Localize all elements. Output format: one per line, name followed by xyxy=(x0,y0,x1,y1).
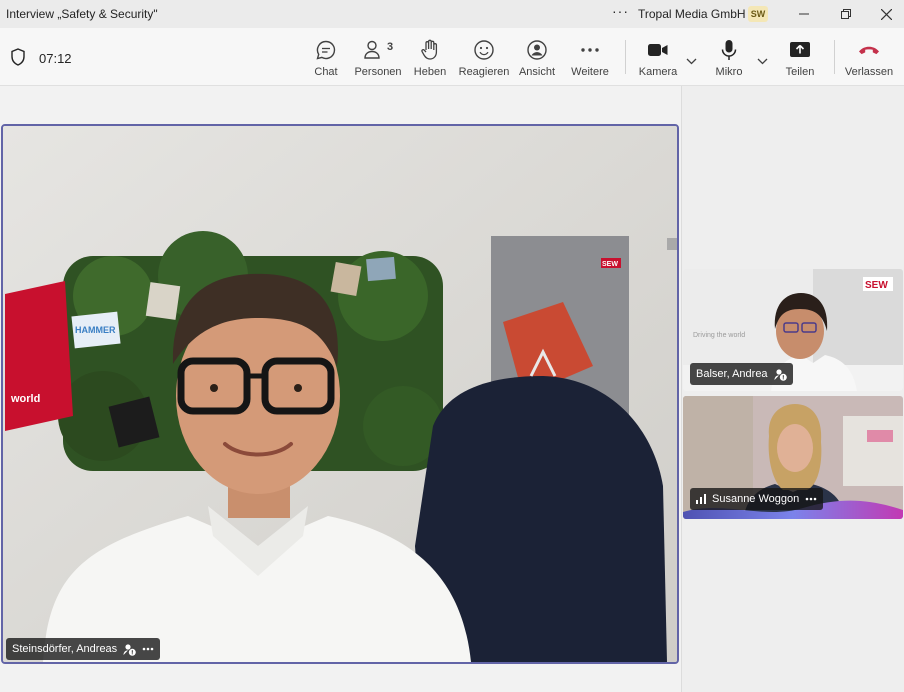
smiley-icon xyxy=(473,38,495,62)
user-avatar[interactable]: SW xyxy=(748,6,768,22)
people-button[interactable]: 3 Personen xyxy=(354,38,402,78)
close-icon xyxy=(880,8,892,20)
raise-hand-label: Heben xyxy=(413,66,447,78)
title-bar: Interview „Safety & Security" ··· Tropal… xyxy=(0,0,904,28)
meeting-toolbar: 07:12 Chat 3 Personen Heben Reagieren An… xyxy=(0,28,904,86)
main-participant-name-tag: Steinsdörfer, Andreas xyxy=(6,638,161,660)
main-video-tile[interactable]: HAMMER world SEW Steinsdörfer, Andreas xyxy=(1,124,679,664)
more-actions-label: Weitere xyxy=(571,66,609,78)
mic-label: Mikro xyxy=(715,66,743,78)
participant-tile-woggon[interactable]: Susanne Woggon xyxy=(683,396,903,519)
minimize-icon xyxy=(799,13,809,15)
chat-button[interactable]: Chat xyxy=(312,38,340,78)
participant-name: Susanne Woggon xyxy=(712,493,800,505)
mic-button[interactable]: Mikro xyxy=(712,38,746,78)
react-button[interactable]: Reagieren xyxy=(458,38,510,78)
call-timer: 07:12 xyxy=(39,51,72,66)
share-screen-icon xyxy=(789,38,811,62)
camera-options-button[interactable] xyxy=(686,52,697,70)
hammer-sign-text: HAMMER xyxy=(75,325,116,335)
window-title: Interview „Safety & Security" xyxy=(6,7,158,21)
share-label: Teilen xyxy=(785,66,815,78)
woggon-name-tag: Susanne Woggon xyxy=(690,488,824,510)
signal-strength-icon xyxy=(696,494,706,504)
more-horizontal-icon xyxy=(580,38,600,62)
sew-logo-text: SEW xyxy=(865,280,888,291)
view-button[interactable]: Ansicht xyxy=(518,38,556,78)
people-icon: 3 xyxy=(363,38,393,62)
chat-label: Chat xyxy=(314,66,338,78)
toolbar-divider xyxy=(834,40,835,74)
close-button[interactable] xyxy=(864,0,904,28)
poster-logo-text: SEW xyxy=(602,261,618,268)
raise-hand-button[interactable]: Heben xyxy=(413,38,447,78)
chat-icon xyxy=(315,38,337,62)
view-label: Ansicht xyxy=(518,66,556,78)
microphone-icon xyxy=(720,38,738,62)
camera-label: Kamera xyxy=(638,66,678,78)
shield-icon xyxy=(10,48,26,71)
toolbar-divider xyxy=(625,40,626,74)
leave-button[interactable]: Verlassen xyxy=(845,38,893,78)
camera-icon xyxy=(647,38,669,62)
organization-name[interactable]: Tropal Media GmbH xyxy=(638,7,746,21)
title-more-button[interactable]: ··· xyxy=(612,3,629,19)
restore-button[interactable] xyxy=(824,0,868,28)
main-video-feed: HAMMER world SEW xyxy=(3,126,677,662)
chevron-down-icon xyxy=(757,58,768,65)
balser-name-tag: Balser, Andrea xyxy=(690,363,793,385)
view-icon xyxy=(526,38,548,62)
more-actions-button[interactable]: Weitere xyxy=(571,38,609,78)
participant-more-icon[interactable] xyxy=(805,497,817,501)
react-label: Reagieren xyxy=(458,66,510,78)
people-count: 3 xyxy=(386,41,394,53)
camera-button[interactable]: Kamera xyxy=(638,38,678,78)
guest-badge-icon xyxy=(774,368,787,381)
mic-options-button[interactable] xyxy=(757,52,768,70)
people-label: Personen xyxy=(354,66,402,78)
leave-label: Verlassen xyxy=(844,66,894,78)
banner-text: world xyxy=(10,393,40,405)
participant-tile-balser[interactable]: SEW Driving the world Balser, Andrea xyxy=(683,269,903,391)
wall-text: Driving the world xyxy=(693,332,745,339)
chevron-down-icon xyxy=(686,58,697,65)
minimize-button[interactable] xyxy=(782,0,826,28)
participant-name: Balser, Andrea xyxy=(696,368,768,380)
participant-more-icon[interactable] xyxy=(142,647,154,651)
guest-badge-icon xyxy=(123,643,136,656)
hand-icon xyxy=(420,38,440,62)
restore-icon xyxy=(841,9,851,19)
share-button[interactable]: Teilen xyxy=(784,38,816,78)
participant-name: Steinsdörfer, Andreas xyxy=(12,643,118,655)
hang-up-icon xyxy=(857,38,881,62)
